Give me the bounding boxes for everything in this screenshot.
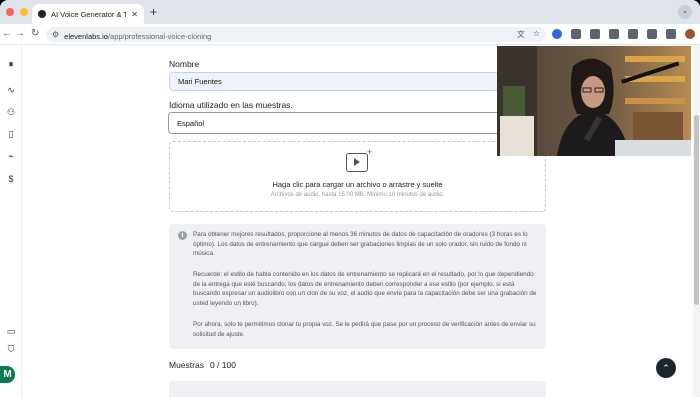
- webcam-overlay: [497, 46, 691, 156]
- translate-icon[interactable]: 文: [517, 29, 525, 40]
- extension-icon[interactable]: [552, 28, 562, 39]
- browser-tab-active[interactable]: AI Voice Generator & Text to S ✕: [32, 4, 144, 24]
- info-paragraph-2: Recuerde: el estilo de habla contenido e…: [193, 271, 537, 307]
- avatar[interactable]: M: [0, 366, 15, 383]
- address-bar[interactable]: ⚙ elevenlabs.io/app/professional-voice-c…: [46, 27, 546, 42]
- tab-title: AI Voice Generator & Text to S: [51, 9, 127, 19]
- elevenlabs-favicon-icon: [38, 10, 46, 18]
- tab-bar: AI Voice Generator & Text to S ✕ + ⌄: [0, 0, 700, 24]
- new-tab-button[interactable]: +: [150, 5, 157, 19]
- people-icon[interactable]: ⚇: [3, 107, 19, 118]
- extension-icons: ⋮: [552, 28, 700, 39]
- page-scrollbar[interactable]: [693, 45, 700, 397]
- pause-icon[interactable]: ⏸: [3, 59, 19, 70]
- forward-arrow-icon[interactable]: →: [15, 28, 25, 39]
- file-upload-dropzone[interactable]: + Haga clic para cargar un archivo o arr…: [169, 141, 546, 212]
- minimize-window-button[interactable]: [20, 8, 28, 16]
- upload-subtitle: Archivos de audio, hasta 15.00 MB. Mínim…: [270, 192, 445, 198]
- back-arrow-icon[interactable]: ←: [2, 28, 12, 39]
- waveform-icon[interactable]: ∿: [3, 85, 19, 96]
- profile-icon[interactable]: [685, 28, 695, 39]
- tab-close-icon[interactable]: ✕: [131, 10, 138, 19]
- info-icon: i: [178, 231, 187, 240]
- url-host: elevenlabs.io: [64, 31, 108, 41]
- dollar-icon[interactable]: $: [3, 174, 19, 184]
- samples-label: Muestras: [169, 360, 204, 370]
- upload-file-icon: [346, 153, 368, 172]
- bookmark-star-icon[interactable]: ☆: [533, 29, 540, 40]
- info-paragraph-1: Para obtener mejores resultados, proporc…: [193, 231, 528, 258]
- info-paragraph-3: Por ahora, solo te permitimos clonar tu …: [193, 321, 536, 338]
- browser-window: AI Voice Generator & Text to S ✕ + ⌄ ← →…: [0, 0, 700, 397]
- upload-plus-icon: +: [367, 147, 373, 157]
- extension-icon[interactable]: [609, 28, 619, 39]
- info-notice: i Para obtener mejores resultados, propo…: [169, 224, 546, 349]
- scroll-to-top-button[interactable]: ⌃: [656, 358, 676, 378]
- language-select[interactable]: Español: [168, 112, 546, 134]
- samples-notice: [169, 381, 546, 397]
- samples-count: 0 / 100: [209, 360, 236, 370]
- webcam-video-image: [497, 46, 691, 156]
- extension-icon[interactable]: [571, 28, 581, 39]
- tab-search-button[interactable]: ⌄: [678, 5, 692, 19]
- site-info-icon[interactable]: ⚙: [52, 30, 59, 39]
- scrollbar-thumb[interactable]: [694, 115, 699, 305]
- close-window-button[interactable]: [6, 8, 14, 16]
- reload-icon[interactable]: ↻: [31, 28, 39, 39]
- upload-title: Haga clic para cargar un archivo o arras…: [272, 180, 443, 189]
- samples-header: Muestras 0 / 100: [169, 360, 236, 370]
- browser-toolbar: ← → ↻ ⚙ elevenlabs.io/app/professional-v…: [0, 24, 700, 45]
- name-field[interactable]: Mari Fuentes: [169, 72, 546, 91]
- extension-icon[interactable]: [628, 28, 638, 39]
- antenna-icon[interactable]: ⌁: [3, 151, 19, 162]
- download-icon[interactable]: [647, 28, 657, 39]
- app-sidebar: ⏸ ∿ ⚇ ▯ ⌁ $ ▭ ⛉ M: [0, 45, 22, 397]
- url-path: /app/professional-voice-cloning: [107, 31, 212, 41]
- shield-icon[interactable]: ⛉: [3, 344, 19, 355]
- extension-icon[interactable]: [590, 28, 600, 39]
- language-label: Idioma utilizado en las muestras.: [169, 100, 293, 110]
- name-label: Nombre: [169, 59, 200, 69]
- book-icon[interactable]: ▯: [3, 129, 19, 140]
- sidepanel-icon[interactable]: [666, 28, 676, 39]
- document-icon[interactable]: ▭: [3, 326, 19, 337]
